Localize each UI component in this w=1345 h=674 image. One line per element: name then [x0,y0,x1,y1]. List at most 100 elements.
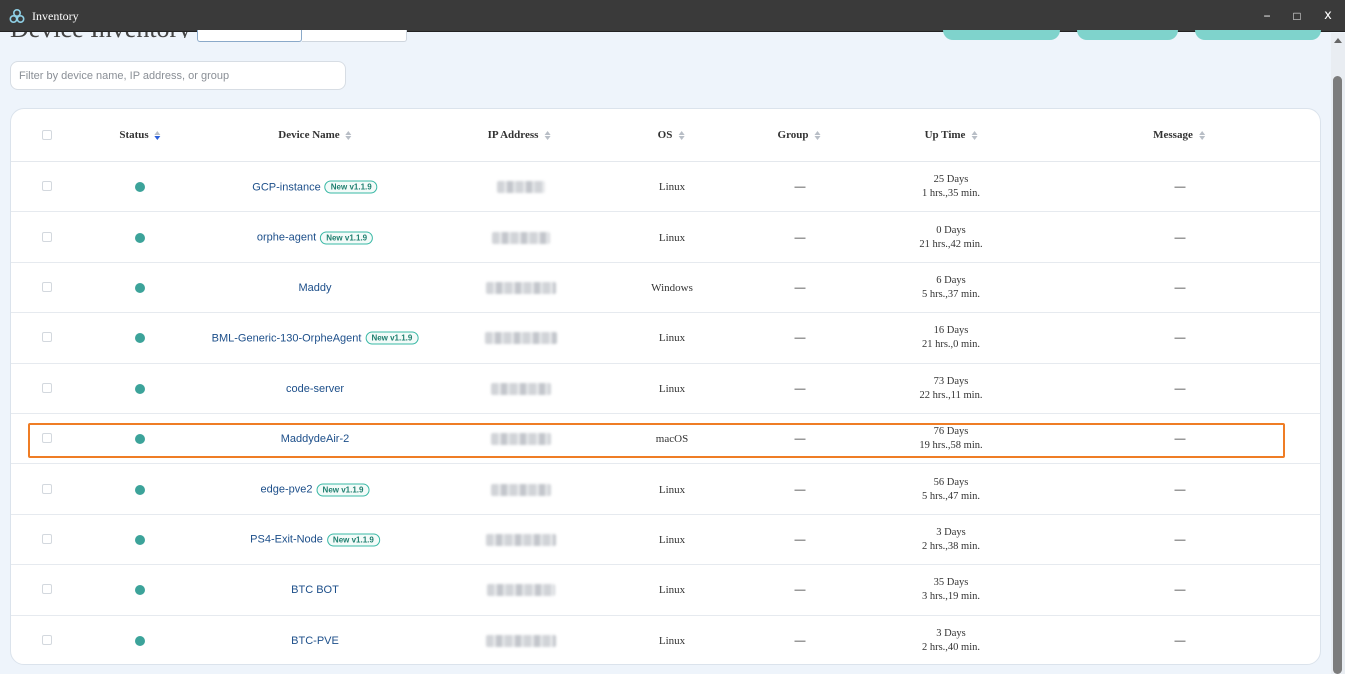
view-toggle-left[interactable] [197,30,302,42]
sort-icon[interactable] [154,130,161,140]
column-header-message[interactable]: Message [1153,129,1205,141]
device-name[interactable]: edge-pve2 New v1.1.9 [261,483,370,497]
device-name[interactable]: orphe-agent New v1.1.9 [257,231,374,245]
view-toggle-right[interactable] [302,30,407,42]
minimize-button[interactable]: − [1257,6,1277,26]
row-checkbox[interactable] [42,281,52,292]
scrollbar-thumb[interactable] [1333,76,1342,674]
maximize-button[interactable]: □ [1287,6,1307,26]
column-header-up-time[interactable]: Up Time [925,129,978,141]
column-label: Device Name [278,129,340,141]
status-dot [135,182,145,193]
row-checkbox[interactable] [42,332,52,343]
status-dot [135,534,145,545]
device-name-link[interactable]: Maddy [298,282,331,294]
row-checkbox[interactable] [42,483,52,494]
os-value: Windows [651,281,693,294]
device-name-link[interactable]: edge-pve2 [261,484,313,496]
version-badge: New v1.1.9 [326,533,380,547]
device-name-link[interactable]: PS4-Exit-Node [250,534,323,546]
ip-address-redacted [492,231,550,244]
uptime-value: 35 Days 3 hrs.,19 min. [922,576,980,604]
device-name-link[interactable]: orphe-agent [257,232,316,244]
row-checkbox[interactable] [42,231,52,242]
group-value: — [794,483,806,496]
row-checkbox[interactable] [42,533,52,544]
message-value: — [1174,281,1186,294]
message-value: — [1174,382,1186,395]
table-row[interactable]: code-server Linux — 73 Days 22 hrs.,11 min. — [11,364,1320,414]
table-row[interactable]: edge-pve2 New v1.1.9 Linux — 56 Days 5 hrs.,4… [11,464,1320,515]
device-name[interactable]: code-server [286,383,344,395]
message-value: — [1174,181,1186,194]
app-logo-icon [9,8,25,24]
row-checkbox[interactable] [42,584,52,595]
device-name[interactable]: MaddydeAir-2 [281,433,349,445]
device-name[interactable]: Maddy [298,282,331,294]
table-row[interactable]: orphe-agent New v1.1.9 Linux — 0 Days 21 hrs.… [11,212,1320,263]
table-row[interactable]: BTC-PVE Linux — 3 Days 2 hrs.,40 min. — [11,616,1320,664]
device-name-link[interactable]: GCP-instance [252,181,320,193]
action-button-3[interactable] [1195,30,1321,40]
table-row[interactable]: PS4-Exit-Node New v1.1.9 Linux — 3 Days 2 hrs… [11,515,1320,566]
table-row[interactable]: BTC BOT Linux — 35 Days 3 hrs.,19 min. — [11,565,1320,616]
device-name[interactable]: BTC-PVE [291,635,339,647]
column-header-device-name[interactable]: Device Name [278,129,352,141]
uptime-days: 3 Days [936,526,966,538]
row-checkbox[interactable] [42,382,52,393]
os-value: macOS [655,433,689,446]
column-header-status[interactable]: Status [119,129,161,141]
close-button[interactable]: x [1318,6,1338,26]
ip-address-redacted [486,533,556,546]
uptime-days: 56 Days [933,476,969,488]
uptime-days: 76 Days [933,426,969,438]
device-name[interactable]: PS4-Exit-Node New v1.1.9 [250,533,380,547]
device-name-link[interactable]: BTC-PVE [291,635,339,647]
device-name[interactable]: GCP-instance New v1.1.9 [252,180,378,194]
ip-address-redacted [485,332,557,345]
action-button-1[interactable] [943,30,1060,40]
row-checkbox[interactable] [42,181,52,192]
filter-input[interactable] [10,61,346,90]
group-value: — [794,584,806,597]
uptime-time: 19 hrs.,58 min. [919,440,983,452]
device-name[interactable]: BML-Generic-130-OrpheAgent New v1.1.9 [212,331,419,345]
row-checkbox[interactable] [42,433,52,444]
column-label: IP Address [487,129,539,141]
device-name-link[interactable]: BTC BOT [291,584,339,596]
os-value: Linux [658,231,686,244]
sort-icon[interactable] [1198,130,1205,140]
action-button-2[interactable] [1077,30,1178,40]
uptime-time: 1 hrs.,35 min. [921,188,981,200]
version-badge: New v1.1.9 [316,483,370,497]
sort-icon[interactable] [678,130,685,140]
sort-icon[interactable] [971,130,978,140]
table-row[interactable]: GCP-instance New v1.1.9 Linux — 25 Days 1 hrs… [11,162,1320,213]
uptime-days: 16 Days [933,325,969,337]
table-row[interactable]: BML-Generic-130-OrpheAgent New v1.1.9 Linu… [11,313,1320,364]
row-checkbox[interactable] [42,634,52,645]
table-row[interactable]: MaddydeAir-2 macOS — 76 Days 19 hrs.,58 min.… [11,414,1320,465]
uptime-value: 3 Days 2 hrs.,40 min. [922,627,980,655]
device-name-link[interactable]: BML-Generic-130-OrpheAgent [212,332,362,344]
uptime-time: 5 hrs.,47 min. [921,490,981,502]
uptime-time: 2 hrs.,38 min. [921,540,981,552]
select-all-checkbox[interactable] [42,130,52,140]
column-header-ip-address[interactable]: IP Address [488,129,551,141]
sort-icon[interactable] [345,130,352,140]
table-row[interactable]: Maddy Windows — 6 Days 5 hrs.,37 min. — [11,263,1320,314]
sort-icon[interactable] [814,130,821,140]
sort-icon[interactable] [544,130,551,140]
os-value: Linux [658,533,686,546]
device-name-link[interactable]: MaddydeAir-2 [281,433,349,445]
message-value: — [1174,584,1186,597]
device-name[interactable]: BTC BOT [291,584,339,596]
column-label: Up Time [924,129,966,141]
column-header-os[interactable]: OS [658,129,685,141]
device-name-link[interactable]: code-server [286,383,344,395]
uptime-days: 3 Days [936,627,966,639]
group-value: — [794,181,806,194]
scroll-up-arrow-icon[interactable] [1334,38,1342,43]
column-header-group[interactable]: Group [778,129,821,141]
version-badge: New v1.1.9 [320,231,374,245]
